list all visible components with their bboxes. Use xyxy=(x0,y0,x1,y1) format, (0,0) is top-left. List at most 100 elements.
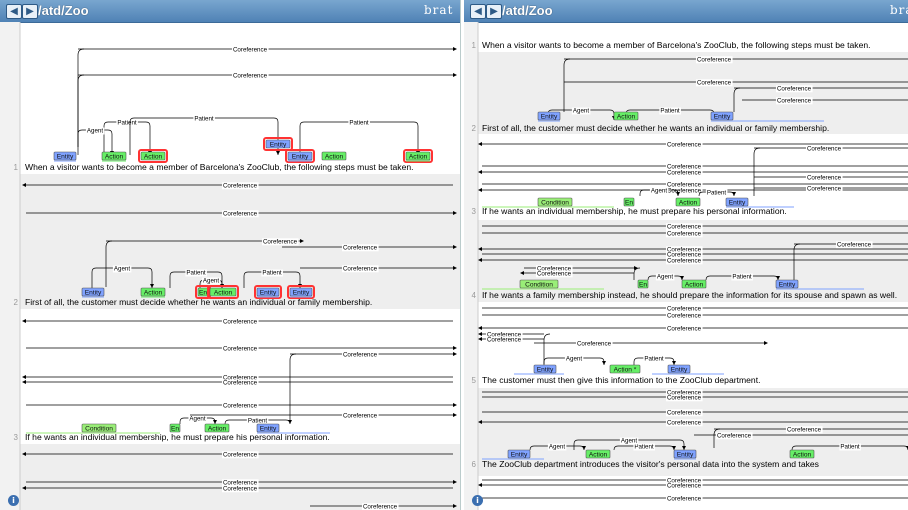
arc-label: Coreference xyxy=(787,426,822,433)
action-annotation[interactable]: Action xyxy=(321,151,347,161)
arc-label: Coreference xyxy=(487,336,522,343)
arc-label: Coreference xyxy=(667,419,702,426)
arc-label: Coreference xyxy=(223,379,258,386)
annotation-label: Condition xyxy=(525,282,553,289)
entity-annotation[interactable]: Entity xyxy=(667,364,691,374)
action-annotation[interactable]: Action xyxy=(613,111,639,121)
action-annotation[interactable]: Action xyxy=(101,151,127,161)
arc-label: Agent xyxy=(87,128,103,135)
entity-annotation[interactable]: Entity xyxy=(53,151,77,161)
annotation-label: Action xyxy=(409,154,428,161)
annotation-label: Entity xyxy=(729,200,746,207)
action-annotation[interactable]: Action xyxy=(204,423,230,433)
entity-annotation[interactable]: Entity xyxy=(710,111,734,121)
arc-label: Coreference xyxy=(667,482,702,489)
en-annotation[interactable]: En xyxy=(623,197,635,207)
annotation-label: Entity xyxy=(260,290,277,297)
arc-label: Agent xyxy=(203,278,219,285)
arc-label: Coreference xyxy=(837,241,872,248)
arc-label: Coreference xyxy=(777,85,812,92)
arc-label: Patient xyxy=(840,444,860,451)
annotation-label: En xyxy=(171,426,179,433)
line-number: 3 xyxy=(472,207,477,216)
entity-annotation[interactable]: Entity xyxy=(256,423,280,433)
entity-annotation[interactable]: Entity xyxy=(254,285,282,299)
action-annotation[interactable]: Action xyxy=(585,449,611,459)
annotation-label: Action xyxy=(589,452,608,459)
info-icon[interactable]: i xyxy=(8,495,19,506)
action-annotation[interactable]: Action xyxy=(403,149,433,163)
annotation-canvas: 1 When a visitor wants to become a member… xyxy=(464,22,908,510)
annotation-label: Entity xyxy=(671,367,688,374)
entity-annotation[interactable]: Entity xyxy=(775,279,799,289)
annotation-label: Entity xyxy=(541,114,558,121)
condition-annotation[interactable]: Condition xyxy=(81,423,117,433)
annotation-label: Entity xyxy=(292,154,309,161)
entity-annotation[interactable]: Entity xyxy=(507,449,531,459)
arc-label: Coreference xyxy=(667,312,702,319)
entity-annotation[interactable]: Entity xyxy=(537,111,561,121)
condition-annotation[interactable]: Condition xyxy=(537,197,573,207)
arc-label: Coreference xyxy=(667,169,702,176)
arc-label: Coreference xyxy=(717,432,752,439)
entity-annotation[interactable]: Entity xyxy=(673,449,697,459)
action-annotation[interactable]: Action xyxy=(789,449,815,459)
entity-annotation[interactable]: Entity xyxy=(263,137,293,151)
annotation-label: Entity xyxy=(260,426,277,433)
arc-label: Coreference xyxy=(667,495,702,502)
action-annotation[interactable]: Action xyxy=(207,285,239,299)
line-number: 2 xyxy=(14,298,19,307)
arc-label: Coreference xyxy=(343,412,378,419)
annotation-label: Entity xyxy=(270,142,287,149)
back-arrow-icon[interactable]: ◀ xyxy=(470,4,486,19)
arc-label: Agent xyxy=(114,266,130,273)
action-annotation[interactable]: Action xyxy=(675,197,701,207)
action-annotation[interactable]: Action xyxy=(138,149,168,163)
annotation-label: Condition xyxy=(85,426,113,433)
entity-annotation[interactable]: Entity xyxy=(725,197,749,207)
arc-label: Coreference xyxy=(667,223,702,230)
arc-label: Coreference xyxy=(263,238,298,245)
line-number: 1 xyxy=(472,41,477,50)
arc-label: Coreference xyxy=(667,187,702,194)
forward-arrow-icon[interactable]: ▶ xyxy=(486,4,502,19)
arc-label: Patient xyxy=(644,356,664,363)
entity-annotation[interactable]: Entity xyxy=(285,149,315,163)
arc-label: Coreference xyxy=(223,345,258,352)
en-annotation[interactable]: En xyxy=(637,279,649,289)
entity-annotation[interactable]: Entity xyxy=(533,364,557,374)
collection-breadcrumb[interactable]: /atd/Zoo xyxy=(502,3,553,18)
en-annotation[interactable]: En xyxy=(169,423,181,433)
arc-label: Coreference xyxy=(667,325,702,332)
annotation-label: Action xyxy=(679,200,698,207)
sentence-text: First of all, the customer must decide w… xyxy=(482,123,829,133)
annotation-label: Action * xyxy=(614,367,637,374)
entity-annotation[interactable]: Entity xyxy=(287,285,315,299)
condition-annotation[interactable]: Condition xyxy=(519,279,559,289)
brat-logo: brat xyxy=(424,3,454,17)
entity-annotation[interactable]: Entity xyxy=(81,287,105,297)
arc-label: Agent xyxy=(621,438,637,445)
arc-label: Coreference xyxy=(667,257,702,264)
annotation-label: En xyxy=(639,282,647,289)
arc-label: Coreference xyxy=(343,244,378,251)
line-number: 4 xyxy=(472,291,477,300)
star-annotation[interactable]: Action * xyxy=(609,364,641,374)
arc-label: Coreference xyxy=(223,182,258,189)
forward-arrow-icon[interactable]: ▶ xyxy=(22,4,38,19)
arc-label: Coreference xyxy=(667,394,702,401)
annotation-label: Entity xyxy=(537,367,554,374)
annotation-label: Action xyxy=(208,426,227,433)
sentence-text: When a visitor wants to become a member … xyxy=(25,162,414,172)
back-arrow-icon[interactable]: ◀ xyxy=(6,4,22,19)
collection-breadcrumb[interactable]: /atd/Zoo xyxy=(38,3,89,18)
annotation-label: Action xyxy=(144,154,163,161)
action-annotation[interactable]: Action xyxy=(681,279,707,289)
arc-label: Coreference xyxy=(667,305,702,312)
line-number: 2 xyxy=(472,124,477,133)
action-annotation[interactable]: Action xyxy=(140,287,166,297)
sentence-text: The customer must then give this informa… xyxy=(482,375,760,385)
annotation-label: Entity xyxy=(511,452,528,459)
info-icon[interactable]: i xyxy=(472,495,483,506)
annotation-label: Entity xyxy=(779,282,796,289)
